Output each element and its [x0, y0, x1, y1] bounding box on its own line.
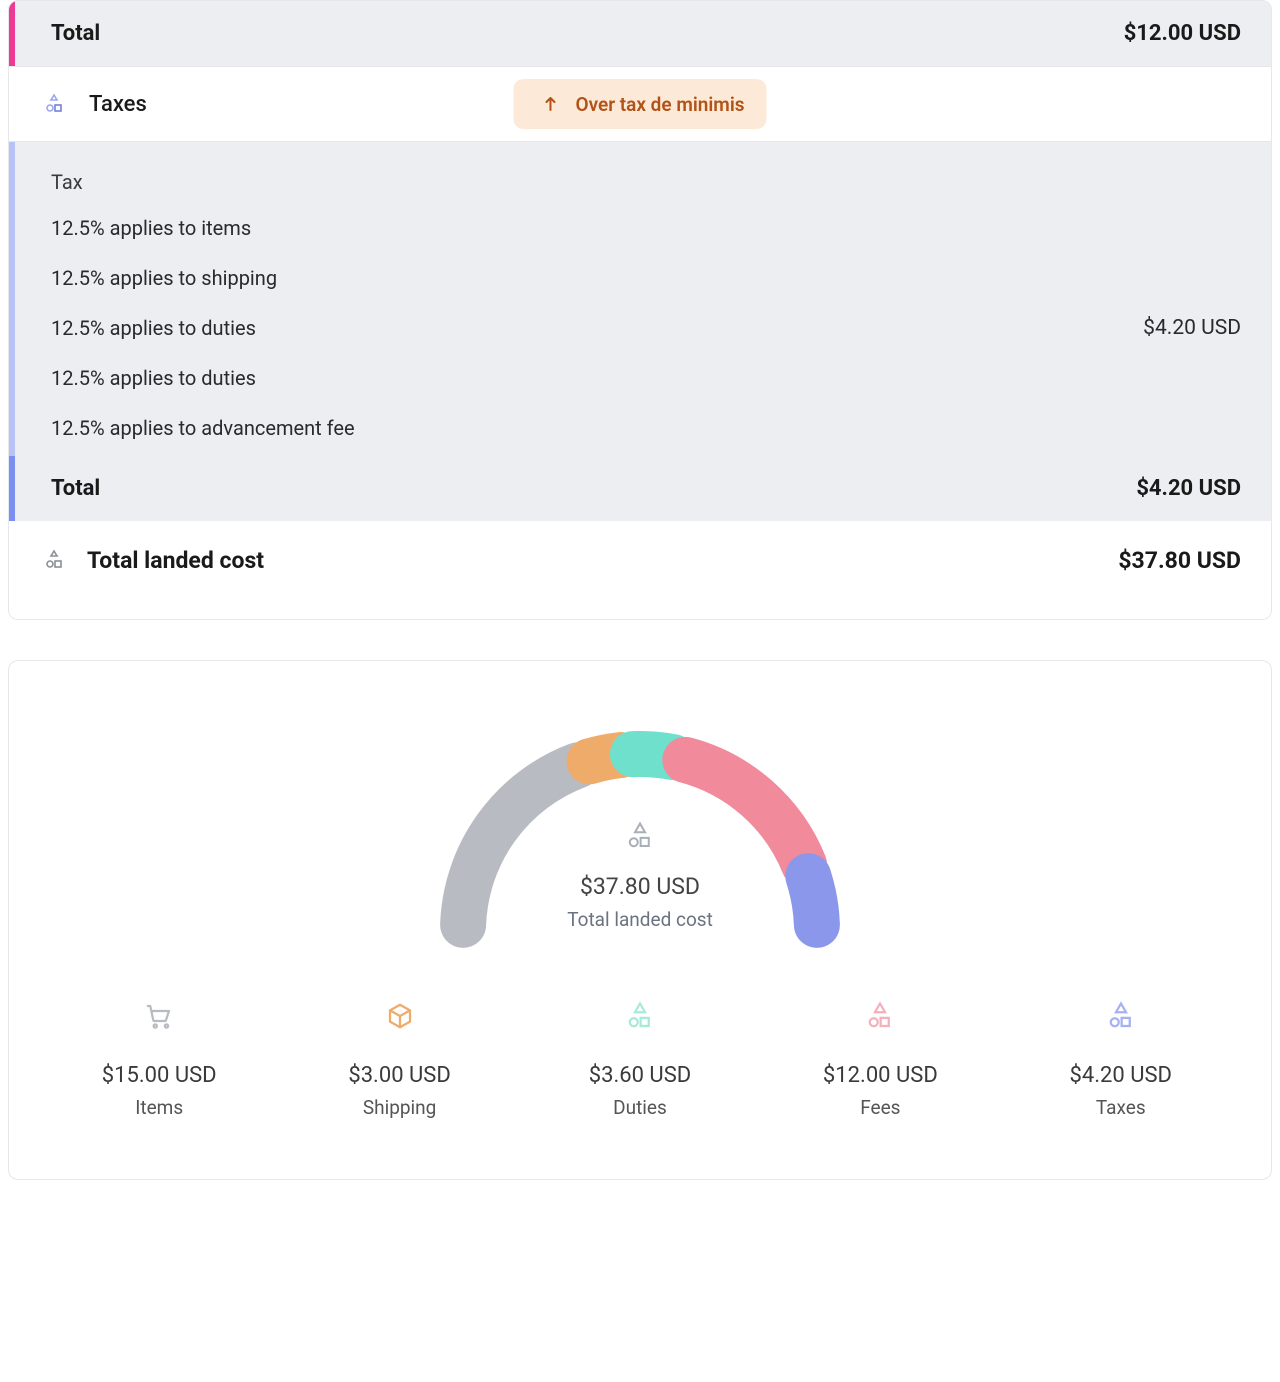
tax-detail-heading: Tax	[51, 170, 1241, 194]
package-icon	[385, 1001, 415, 1031]
landed-label: Total landed cost	[87, 547, 264, 574]
legend-shipping: $3.00 USD Shipping	[300, 1001, 500, 1119]
tax-lines: 12.5% applies to items 12.5% applies to …	[51, 216, 355, 440]
gauge-amount: $37.80 USD	[420, 873, 860, 900]
shapes-icon	[1106, 1001, 1136, 1031]
semi-donut-gauge: $37.80 USD Total landed cost	[420, 721, 860, 941]
shapes-icon	[625, 1001, 655, 1031]
fees-total-label: Total	[51, 21, 100, 46]
cart-icon	[144, 1001, 174, 1031]
fees-total-row: Total $12.00 USD	[9, 1, 1271, 66]
total-landed-cost-row: Total landed cost $37.80 USD	[9, 521, 1271, 619]
taxes-header-row[interactable]: Taxes Over tax de minimis	[9, 66, 1271, 142]
legend-taxes: $4.20 USD Taxes	[1021, 1001, 1221, 1119]
legend-label: Duties	[613, 1096, 667, 1119]
tax-line: 12.5% applies to advancement fee	[51, 416, 355, 440]
shapes-icon	[39, 545, 69, 575]
tax-total-label: Total	[51, 476, 100, 501]
badge-text: Over tax de minimis	[575, 93, 744, 116]
shapes-icon	[865, 1001, 895, 1031]
tax-total-row: Total $4.20 USD	[9, 456, 1271, 521]
fees-total-amount: $12.00 USD	[1124, 21, 1241, 46]
over-de-minimis-badge: Over tax de minimis	[513, 79, 766, 129]
gauge-center: $37.80 USD Total landed cost	[420, 821, 860, 931]
taxes-title: Taxes	[89, 92, 147, 117]
shapes-icon	[39, 89, 69, 119]
tax-line: 12.5% applies to items	[51, 216, 355, 240]
shapes-icon	[625, 821, 655, 851]
legend-amount: $3.00 USD	[348, 1063, 450, 1088]
legend-fees: $12.00 USD Fees	[780, 1001, 980, 1119]
legend-duties: $3.60 USD Duties	[540, 1001, 740, 1119]
tax-total-amount: $4.20 USD	[1136, 476, 1241, 501]
legend-amount: $12.00 USD	[823, 1063, 938, 1088]
landed-cost-chart-card: $37.80 USD Total landed cost $15.00 USD …	[8, 660, 1272, 1180]
arrow-up-icon	[535, 89, 565, 119]
tax-detail-amount: $4.20 USD	[1143, 316, 1241, 340]
gauge-label: Total landed cost	[420, 908, 860, 931]
legend-label: Fees	[860, 1096, 900, 1119]
legend-amount: $4.20 USD	[1070, 1063, 1172, 1088]
tax-line: 12.5% applies to duties	[51, 316, 355, 340]
tax-line: 12.5% applies to shipping	[51, 266, 355, 290]
legend-items: $15.00 USD Items	[59, 1001, 259, 1119]
legend-label: Items	[135, 1096, 183, 1119]
tax-line: 12.5% applies to duties	[51, 366, 355, 390]
legend-amount: $3.60 USD	[589, 1063, 691, 1088]
legend-label: Taxes	[1096, 1096, 1146, 1119]
cost-breakdown-card: Total $12.00 USD Taxes Over tax de minim…	[8, 0, 1272, 620]
legend-label: Shipping	[363, 1096, 437, 1119]
landed-amount: $37.80 USD	[1118, 547, 1241, 574]
chart-legend: $15.00 USD Items $3.00 USD Shipping $3.6…	[39, 1001, 1241, 1119]
tax-detail-body: Tax 12.5% applies to items 12.5% applies…	[9, 142, 1271, 456]
legend-amount: $15.00 USD	[102, 1063, 217, 1088]
